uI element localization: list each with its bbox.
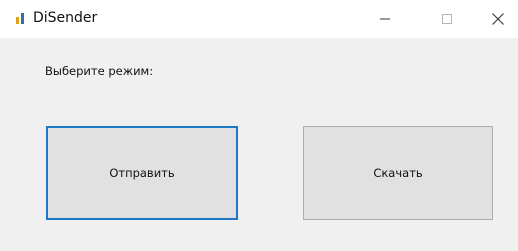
maximize-icon (442, 14, 452, 24)
send-button-label: Отправить (109, 166, 175, 180)
window-title: DiSender (33, 10, 98, 26)
minimize-button[interactable] (362, 0, 408, 38)
app-window: DiSender Выберите режим: Отправить Скача… (0, 0, 518, 251)
close-button[interactable] (478, 0, 518, 38)
download-button[interactable]: Скачать (303, 126, 493, 220)
maximize-button[interactable] (424, 0, 470, 38)
app-bars-icon (16, 13, 24, 24)
mode-prompt-label: Выберите режим: (45, 64, 154, 78)
title-bar[interactable]: DiSender (0, 0, 518, 38)
close-icon (492, 13, 504, 25)
download-button-label: Скачать (373, 166, 423, 180)
minimize-icon (380, 18, 390, 20)
send-button[interactable]: Отправить (46, 126, 238, 220)
